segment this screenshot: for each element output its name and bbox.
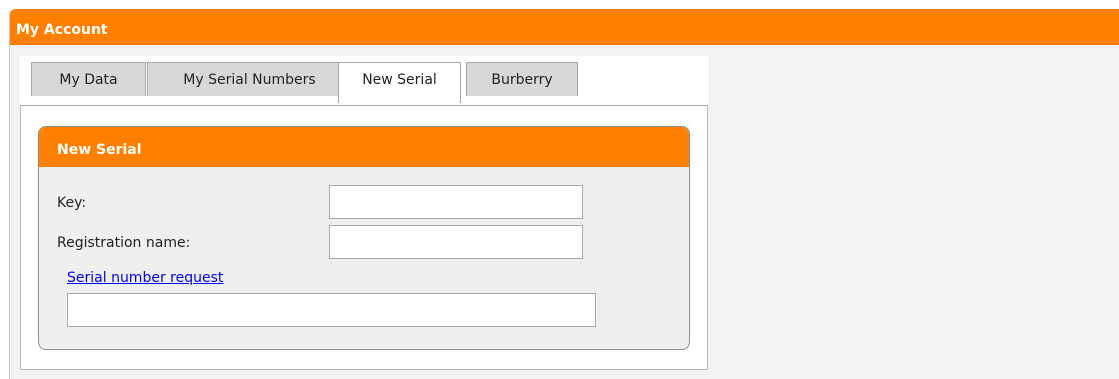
tab-my-data[interactable]: My Data xyxy=(31,62,146,96)
tab-new-serial[interactable]: New Serial xyxy=(338,62,461,103)
tab-my-serial-numbers[interactable]: My Serial Numbers xyxy=(147,62,352,96)
serial-number-request-link[interactable]: Serial number request xyxy=(67,270,223,286)
tab-strip: My Data My Serial Numbers New Serial Bur… xyxy=(20,56,708,106)
serial-request-input[interactable] xyxy=(67,293,596,327)
panel-title: My Account xyxy=(10,9,1119,45)
key-label: Key: xyxy=(57,195,87,211)
new-serial-title: New Serial xyxy=(39,127,689,167)
key-input[interactable] xyxy=(329,185,583,219)
registration-name-input[interactable] xyxy=(329,225,583,259)
registration-name-label: Registration name: xyxy=(57,235,191,251)
tab-burberry[interactable]: Burberry xyxy=(466,62,578,96)
new-serial-box: New Serial Key: Registration name: Seria… xyxy=(38,126,690,350)
